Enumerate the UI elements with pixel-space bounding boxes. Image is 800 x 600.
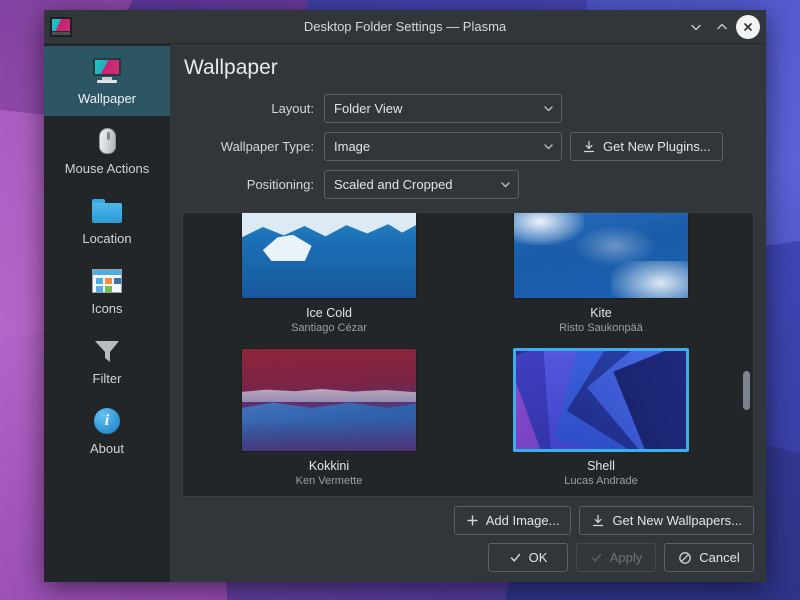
sidebar-item-location[interactable]: Location (44, 186, 170, 256)
window-title: Desktop Folder Settings — Plasma (44, 19, 766, 34)
sidebar-item-label: Icons (91, 301, 122, 316)
sidebar-item-label: Filter (93, 371, 122, 386)
get-new-wallpapers-label: Get New Wallpapers... (612, 513, 742, 528)
chevron-up-icon (715, 20, 729, 34)
wallpaper-thumbnail (513, 348, 689, 452)
settings-window: Desktop Folder Settings — Plasma (44, 10, 766, 582)
window-titlebar[interactable]: Desktop Folder Settings — Plasma (44, 10, 766, 44)
ok-button[interactable]: OK (488, 543, 568, 572)
close-x-icon (742, 21, 754, 33)
monitor-icon (90, 56, 124, 86)
list-actions-row: Add Image... Get New Wallpapers... (182, 506, 754, 535)
wallpaper-list[interactable]: Ice Cold Santiago Cézar Kite Risto Sauko… (182, 212, 754, 497)
wallpaper-grid: Ice Cold Santiago Cézar Kite Risto Sauko… (183, 212, 753, 497)
settings-main-pane: Wallpaper Layout: Folder View Wallpaper … (170, 44, 766, 582)
add-image-label: Add Image... (486, 513, 560, 528)
scrollbar-thumb[interactable] (743, 371, 750, 410)
apply-button: Apply (576, 543, 656, 572)
sidebar-item-label: Location (82, 231, 131, 246)
download-icon (591, 514, 605, 528)
positioning-value: Scaled and Cropped (334, 177, 493, 192)
close-button[interactable] (736, 15, 760, 39)
sidebar-item-filter[interactable]: Filter (44, 326, 170, 396)
cancel-button[interactable]: Cancel (664, 543, 754, 572)
ok-label: OK (529, 550, 548, 565)
chevron-down-icon (542, 140, 555, 153)
window-controls (684, 15, 760, 39)
check-icon (590, 551, 603, 564)
funnel-icon (90, 336, 124, 366)
wallpaper-author: Santiago Cézar (291, 322, 367, 334)
positioning-label: Positioning: (182, 177, 324, 192)
apply-label: Apply (610, 550, 643, 565)
wallpaper-thumbnail (241, 212, 417, 299)
wallpaper-author: Lucas Andrade (564, 475, 637, 487)
wallpaper-item[interactable]: Ice Cold Santiago Cézar (197, 212, 461, 338)
layout-row: Layout: Folder View (182, 94, 754, 123)
layout-value: Folder View (334, 101, 536, 116)
wallpaper-type-select[interactable]: Image (324, 132, 562, 161)
sidebar-item-label: About (90, 441, 124, 456)
chevron-down-icon (499, 178, 512, 191)
positioning-select[interactable]: Scaled and Cropped (324, 170, 519, 199)
check-icon (509, 551, 522, 564)
get-new-plugins-button[interactable]: Get New Plugins... (570, 132, 723, 161)
chevron-down-icon (689, 20, 703, 34)
chevron-down-icon (542, 102, 555, 115)
wallpaper-type-value: Image (334, 139, 536, 154)
plus-icon (466, 514, 479, 527)
wallpaper-type-row: Wallpaper Type: Image (182, 132, 754, 161)
wallpaper-item-selected[interactable]: Shell Lucas Andrade (469, 342, 733, 491)
page-title: Wallpaper (184, 56, 754, 80)
layout-label: Layout: (182, 101, 324, 116)
settings-sidebar: Wallpaper Mouse Actions Location (44, 44, 170, 582)
plasma-monitor-icon (50, 17, 72, 37)
sidebar-item-label: Wallpaper (78, 91, 136, 106)
positioning-row: Positioning: Scaled and Cropped (182, 170, 754, 199)
get-new-plugins-label: Get New Plugins... (603, 139, 711, 154)
window-body: Wallpaper Mouse Actions Location (44, 44, 766, 582)
wallpaper-author: Risto Saukonpää (559, 322, 643, 334)
wallpaper-item[interactable]: Kokkini Ken Vermette (197, 342, 461, 491)
wallpaper-type-label: Wallpaper Type: (182, 139, 324, 154)
sidebar-item-icons[interactable]: Icons (44, 256, 170, 326)
dialog-buttons-row: OK Apply (182, 543, 754, 572)
sidebar-item-mouse-actions[interactable]: Mouse Actions (44, 116, 170, 186)
desktop-background: Desktop Folder Settings — Plasma (0, 0, 800, 600)
info-icon: i (90, 406, 124, 436)
mouse-icon (90, 126, 124, 156)
add-image-button[interactable]: Add Image... (454, 506, 572, 535)
download-icon (582, 140, 596, 154)
wallpaper-list-scrollbar[interactable] (743, 217, 750, 492)
wallpaper-name: Kite (590, 306, 612, 320)
get-new-wallpapers-button[interactable]: Get New Wallpapers... (579, 506, 754, 535)
sidebar-item-label: Mouse Actions (65, 161, 150, 176)
cancel-icon (678, 551, 692, 565)
wallpaper-item[interactable]: Kite Risto Saukonpää (469, 212, 733, 338)
wallpaper-name: Ice Cold (306, 306, 352, 320)
wallpaper-name: Kokkini (309, 459, 349, 473)
wallpaper-author: Ken Vermette (296, 475, 363, 487)
wallpaper-thumbnail (513, 212, 689, 299)
sidebar-item-wallpaper[interactable]: Wallpaper (44, 46, 170, 116)
layout-select[interactable]: Folder View (324, 94, 562, 123)
cancel-label: Cancel (699, 550, 739, 565)
wallpaper-thumbnail (241, 348, 417, 452)
wallpaper-name: Shell (587, 459, 615, 473)
folder-icon (90, 196, 124, 226)
window-grid-icon (90, 266, 124, 296)
minimize-button[interactable] (684, 15, 708, 39)
sidebar-item-about[interactable]: i About (44, 396, 170, 466)
maximize-button[interactable] (710, 15, 734, 39)
